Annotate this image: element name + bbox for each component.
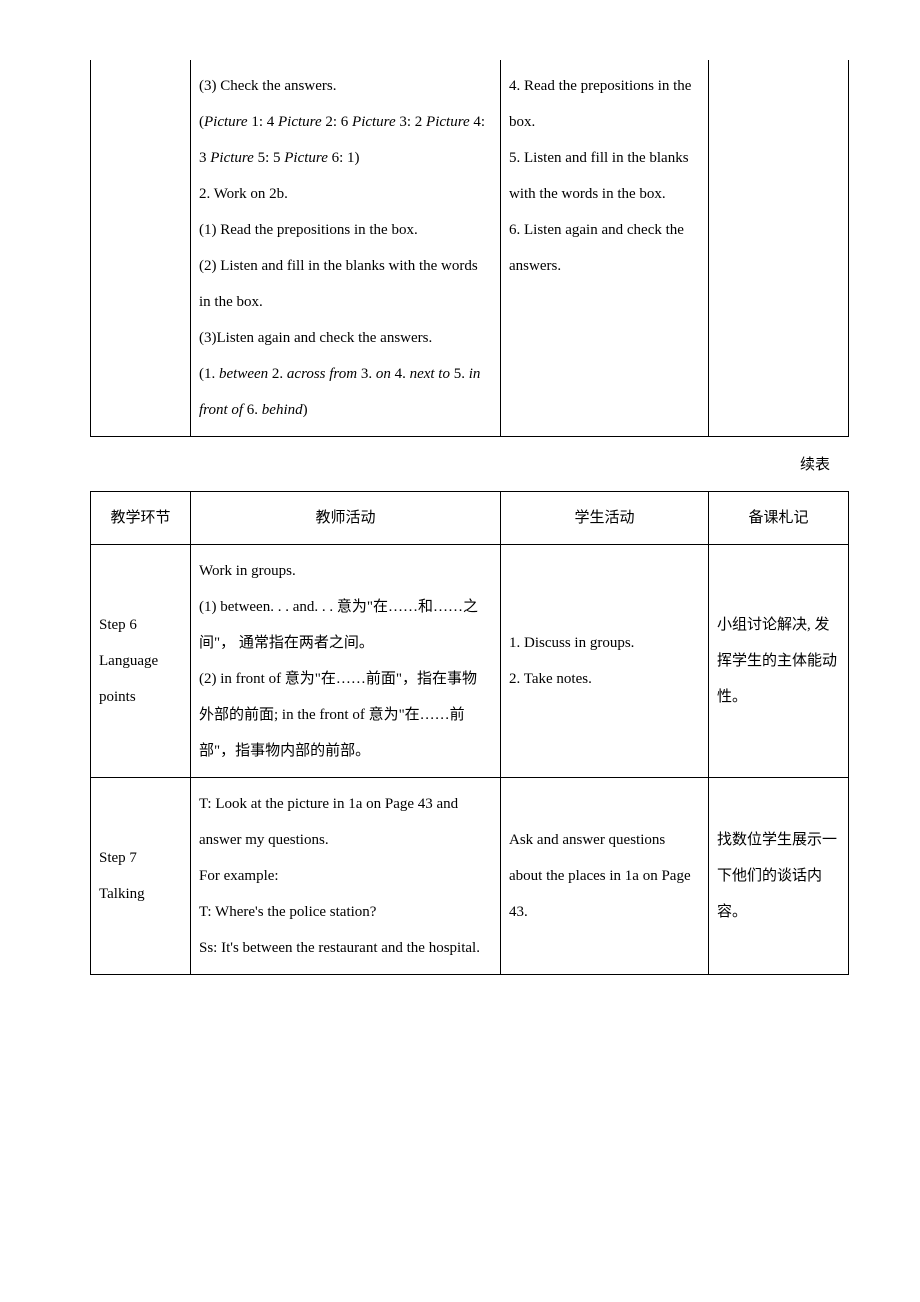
lesson-table-part2: 教学环节 教师活动 学生活动 备课札记 Step 6 Language poin…	[90, 491, 849, 975]
text-line: 2. Take notes.	[509, 661, 700, 697]
text: 4.	[391, 366, 410, 382]
text-line: 4. Read the prepositions in the box.	[509, 68, 700, 140]
cell-step-label: Step 7 Talking	[91, 778, 191, 975]
italic-text: Picture	[284, 150, 328, 166]
cell-empty	[91, 60, 191, 437]
text-line: T: Where's the police station?	[199, 894, 492, 930]
text: (1.	[199, 366, 219, 382]
text-line: 1. Discuss in groups.	[509, 625, 700, 661]
italic-text: Picture	[210, 150, 254, 166]
continued-label: 续表	[90, 447, 830, 483]
header-teacher: 教师活动	[191, 492, 501, 545]
text-line: (1. between 2. across from 3. on 4. next…	[199, 356, 492, 428]
italic-text: Picture	[352, 114, 396, 130]
text-line: (3)Listen again and check the answers.	[199, 320, 492, 356]
text-line: (Picture 1: 4 Picture 2: 6 Picture 3: 2 …	[199, 104, 492, 176]
italic-text: Picture	[278, 114, 322, 130]
cell-teacher-activity: T: Look at the picture in 1a on Page 43 …	[191, 778, 501, 975]
text-line: (3) Check the answers.	[199, 68, 492, 104]
cell-step-label: Step 6 Language points	[91, 545, 191, 778]
cell-teacher-activity: Work in groups. (1) between. . . and. . …	[191, 545, 501, 778]
cell-notes: 找数位学生展示一下他们的谈话内容。	[709, 778, 849, 975]
italic-text: next to	[410, 366, 450, 382]
cell-teacher-activity: (3) Check the answers. (Picture 1: 4 Pic…	[191, 60, 501, 437]
italic-text: behind	[262, 402, 303, 418]
italic-text: Picture	[426, 114, 470, 130]
text-line: 6. Listen again and check the answers.	[509, 212, 700, 284]
table-row: Step 6 Language points Work in groups. (…	[91, 545, 849, 778]
text-line: (1) Read the prepositions in the box.	[199, 212, 492, 248]
text: 1: 4	[248, 114, 278, 130]
text-line: For example:	[199, 858, 492, 894]
text: 3.	[357, 366, 376, 382]
text: 2: 6	[322, 114, 352, 130]
italic-text: between	[219, 366, 268, 382]
text-line: (2) in front of 意为"在……前面"，指在事物外部的前面; in …	[199, 661, 492, 769]
cell-student-activity: 1. Discuss in groups. 2. Take notes.	[501, 545, 709, 778]
text: 5: 5	[254, 150, 284, 166]
text: 2.	[268, 366, 287, 382]
italic-text: across from	[287, 366, 357, 382]
text: 3: 2	[396, 114, 426, 130]
text-line: T: Look at the picture in 1a on Page 43 …	[199, 786, 492, 858]
text: 5.	[450, 366, 469, 382]
header-notes: 备课札记	[709, 492, 849, 545]
text-line: Ss: It's between the restaurant and the …	[199, 930, 492, 966]
text: )	[303, 402, 308, 418]
table-header-row: 教学环节 教师活动 学生活动 备课札记	[91, 492, 849, 545]
lesson-table-part1: (3) Check the answers. (Picture 1: 4 Pic…	[90, 60, 849, 437]
text: 6.	[243, 402, 262, 418]
cell-notes	[709, 60, 849, 437]
cell-notes: 小组讨论解决, 发挥学生的主体能动性。	[709, 545, 849, 778]
header-stage: 教学环节	[91, 492, 191, 545]
text-line: (1) between. . . and. . . 意为"在……和……之间"， …	[199, 589, 492, 661]
text-line: 2. Work on 2b.	[199, 176, 492, 212]
text-line: (2) Listen and fill in the blanks with t…	[199, 248, 492, 320]
text-line: Work in groups.	[199, 553, 492, 589]
cell-student-activity: 4. Read the prepositions in the box. 5. …	[501, 60, 709, 437]
cell-student-activity: Ask and answer questions about the place…	[501, 778, 709, 975]
text-line: 5. Listen and fill in the blanks with th…	[509, 140, 700, 212]
table-row: (3) Check the answers. (Picture 1: 4 Pic…	[91, 60, 849, 437]
italic-text: Picture	[204, 114, 248, 130]
italic-text: on	[376, 366, 391, 382]
table-row: Step 7 Talking T: Look at the picture in…	[91, 778, 849, 975]
text: 6: 1)	[328, 150, 360, 166]
header-student: 学生活动	[501, 492, 709, 545]
